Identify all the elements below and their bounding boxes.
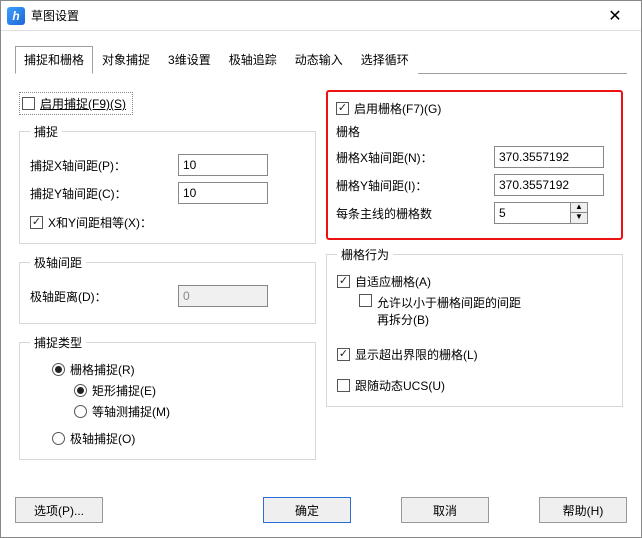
enable-snap-label: 启用捕捉(F9)(S) — [40, 95, 126, 112]
polar-dist-label: 极轴距离(D)： — [30, 288, 170, 305]
subdivide-checkbox[interactable] — [359, 294, 372, 307]
ok-button[interactable]: 确定 — [263, 497, 351, 523]
enable-snap-checkbox[interactable] — [22, 97, 35, 110]
tab-snap-grid[interactable]: 捕捉和栅格 — [15, 46, 93, 74]
app-icon: h — [7, 7, 25, 25]
follow-ucs-label: 跟随动态UCS(U) — [355, 377, 445, 394]
tab-selection-cycle[interactable]: 选择循环 — [352, 46, 418, 74]
snap-group: 捕捉 捕捉X轴间距(P)： 捕捉Y轴间距(C)： X和Y间距相等(X)： — [19, 123, 316, 244]
major-lines-input[interactable] — [494, 202, 570, 224]
close-icon[interactable]: ✕ — [595, 2, 635, 30]
snap-y-label: 捕捉Y轴间距(C)： — [30, 185, 170, 202]
subdivide-label: 允许以小于栅格间距的间距 再拆分(B) — [377, 294, 521, 328]
enable-grid-label: 启用栅格(F7)(G) — [354, 100, 441, 117]
help-button[interactable]: 帮助(H) — [539, 497, 627, 523]
cancel-button[interactable]: 取消 — [401, 497, 489, 523]
equal-xy-label: X和Y间距相等(X)： — [48, 214, 152, 231]
options-button[interactable]: 选项(P)... — [15, 497, 103, 523]
tab-object-snap[interactable]: 对象捕捉 — [93, 46, 159, 74]
grid-snap-radio[interactable] — [52, 363, 65, 376]
dialog-content: 捕捉和栅格 对象捕捉 3维设置 极轴追踪 动态输入 选择循环 启用捕捉(F9)(… — [1, 31, 641, 487]
grid-behavior-group: 栅格行为 自适应栅格(A) 允许以小于栅格间距的间距 再拆分(B) — [326, 246, 623, 407]
grid-group-title: 栅格 — [336, 123, 613, 140]
tab-3d[interactable]: 3维设置 — [159, 46, 220, 74]
adaptive-grid-label: 自适应栅格(A) — [355, 273, 431, 290]
adaptive-grid-checkbox[interactable] — [337, 275, 350, 288]
follow-ucs-checkbox[interactable] — [337, 379, 350, 392]
snap-type-group: 捕捉类型 栅格捕捉(R) 矩形捕捉(E) 等轴测捕捉(M) — [19, 334, 316, 460]
major-lines-label: 每条主线的栅格数 — [336, 205, 486, 222]
enable-snap-row: 启用捕捉(F9)(S) — [19, 90, 316, 117]
equal-xy-checkbox[interactable] — [30, 216, 43, 229]
major-lines-spinner: ▲ ▼ — [494, 202, 588, 224]
snap-type-title: 捕捉类型 — [30, 334, 86, 351]
window-title: 草图设置 — [31, 7, 595, 24]
polar-spacing-title: 极轴间距 — [30, 254, 86, 271]
dialog-window: h 草图设置 ✕ 捕捉和栅格 对象捕捉 3维设置 极轴追踪 动态输入 选择循环 … — [0, 0, 642, 538]
grid-y-label: 栅格Y轴间距(I)： — [336, 177, 486, 194]
rect-snap-label: 矩形捕捉(E) — [92, 382, 156, 399]
enable-grid-checkbox[interactable] — [336, 102, 349, 115]
beyond-limits-checkbox[interactable] — [337, 348, 350, 361]
grid-highlight-box: 启用栅格(F7)(G) 栅格 栅格X轴间距(N)： 栅格Y轴间距(I)： 每条主… — [326, 90, 623, 240]
left-column: 启用捕捉(F9)(S) 捕捉 捕捉X轴间距(P)： 捕捉Y轴间距(C)： — [19, 90, 316, 470]
grid-snap-label: 栅格捕捉(R) — [70, 361, 135, 378]
snap-group-title: 捕捉 — [30, 123, 62, 140]
polar-snap-label: 极轴捕捉(O) — [70, 430, 135, 447]
grid-behavior-title: 栅格行为 — [337, 246, 393, 263]
polar-dist-input — [178, 285, 268, 307]
iso-snap-radio[interactable] — [74, 405, 87, 418]
snap-x-label: 捕捉X轴间距(P)： — [30, 157, 170, 174]
snap-x-input[interactable] — [178, 154, 268, 176]
tab-dyn-input[interactable]: 动态输入 — [286, 46, 352, 74]
beyond-limits-label: 显示超出界限的栅格(L) — [355, 346, 478, 363]
snap-y-input[interactable] — [178, 182, 268, 204]
grid-x-label: 栅格X轴间距(N)： — [336, 149, 486, 166]
iso-snap-label: 等轴测捕捉(M) — [92, 403, 170, 420]
button-bar: 选项(P)... 确定 取消 帮助(H) — [1, 487, 641, 537]
tab-panel: 启用捕捉(F9)(S) 捕捉 捕捉X轴间距(P)： 捕捉Y轴间距(C)： — [15, 82, 627, 474]
grid-y-input[interactable] — [494, 174, 604, 196]
grid-x-input[interactable] — [494, 146, 604, 168]
rect-snap-radio[interactable] — [74, 384, 87, 397]
polar-spacing-group: 极轴间距 极轴距离(D)： — [19, 254, 316, 324]
tab-polar-track[interactable]: 极轴追踪 — [220, 46, 286, 74]
spin-down-icon[interactable]: ▼ — [571, 213, 587, 223]
titlebar: h 草图设置 ✕ — [1, 1, 641, 31]
polar-snap-radio[interactable] — [52, 432, 65, 445]
tab-bar: 捕捉和栅格 对象捕捉 3维设置 极轴追踪 动态输入 选择循环 — [15, 45, 627, 74]
right-column: 启用栅格(F7)(G) 栅格 栅格X轴间距(N)： 栅格Y轴间距(I)： 每条主… — [326, 90, 623, 470]
